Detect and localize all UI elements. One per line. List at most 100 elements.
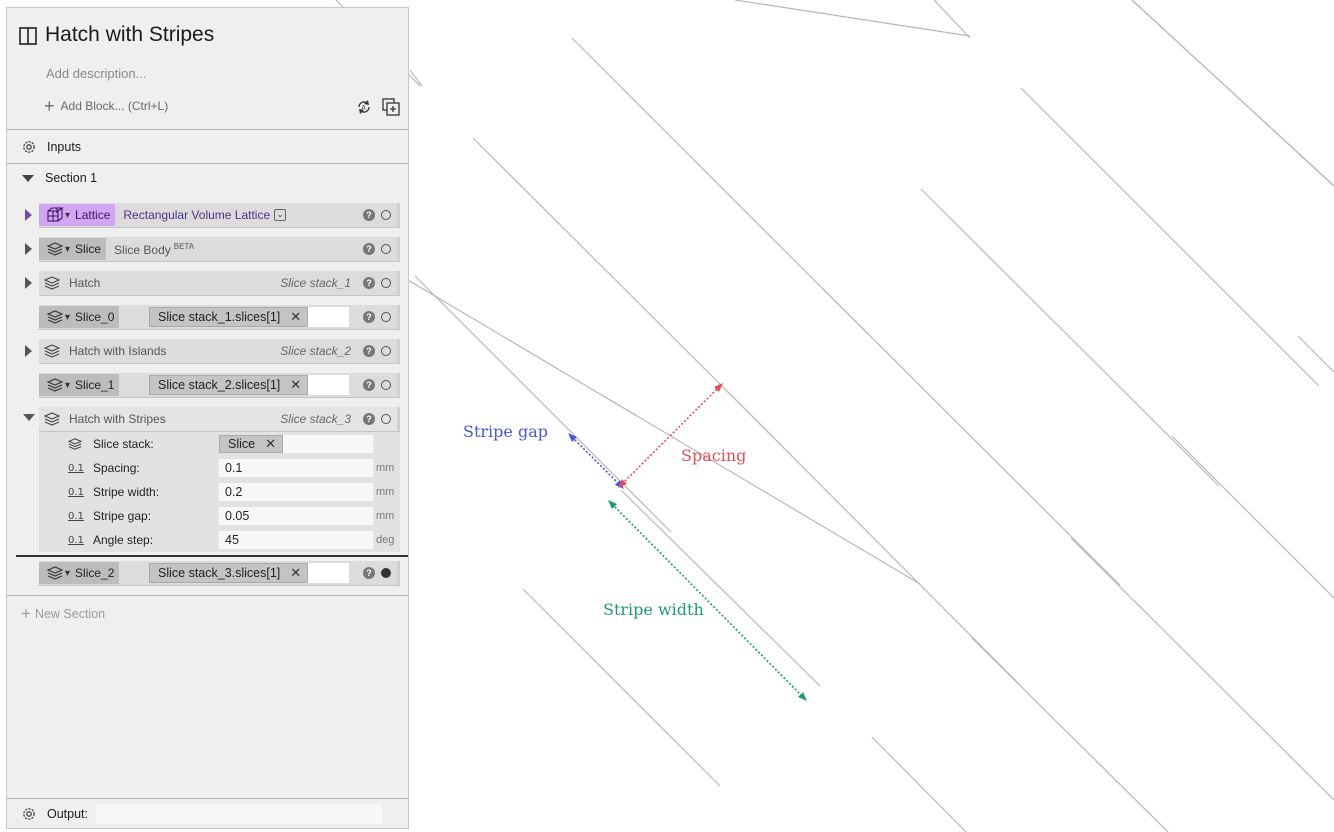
- param-spacing: 0.1 Spacing: 0.1 mm: [39, 456, 400, 480]
- hatch-stripe-line: [1171, 435, 1334, 599]
- close-icon[interactable]: ✕: [265, 436, 276, 452]
- section-label: Section 1: [45, 171, 98, 185]
- new-section-button[interactable]: + New Section: [21, 604, 105, 624]
- section-header[interactable]: Section 1: [7, 165, 408, 191]
- divider: [7, 129, 408, 130]
- help-icon[interactable]: ?: [363, 345, 375, 357]
- help-icon[interactable]: ?: [363, 567, 375, 579]
- help-icon[interactable]: ?: [363, 379, 375, 391]
- chevron-down-icon: ▾: [65, 311, 71, 323]
- spacing-input[interactable]: 0.1: [219, 459, 373, 477]
- help-icon[interactable]: ?: [363, 413, 375, 425]
- chevron-down-icon: ▾: [65, 209, 71, 221]
- program-panel: Hatch with Stripes Add description... + …: [6, 7, 409, 829]
- block-type-tag[interactable]: ▾ Slice: [39, 238, 107, 260]
- help-icon[interactable]: ?: [363, 277, 375, 289]
- dropdown-icon[interactable]: ⌄: [274, 209, 287, 221]
- hatch-stripe-line: [1131, 0, 1334, 187]
- block-lattice[interactable]: ▾ Lattice Rectangular Volume Lattice ⌄ ?: [39, 203, 400, 227]
- block-output-name: Slice stack_3: [280, 412, 351, 426]
- block-slice-0[interactable]: ▾ Slice_0 Slice stack_1.slices[1] ✕ ?: [39, 305, 400, 329]
- block-name: Rectangular Volume Lattice: [123, 208, 271, 222]
- program-title[interactable]: Hatch with Stripes: [45, 23, 214, 47]
- block-type-tag[interactable]: ▾ Slice_2: [39, 562, 120, 584]
- chevron-down-icon: ▾: [65, 379, 71, 391]
- chevron-down-icon: ▾: [65, 243, 71, 255]
- expand-triangle-icon[interactable]: [25, 345, 32, 357]
- param-unit: deg: [376, 534, 395, 546]
- block-type-tag[interactable]: ▾ Slice_0: [39, 306, 120, 328]
- reference-chip[interactable]: Slice stack_3.slices[1] ✕: [149, 563, 309, 583]
- status-circle-icon[interactable]: [381, 244, 391, 254]
- angle-step-input[interactable]: 45: [219, 531, 373, 549]
- reference-chip[interactable]: Slice stack_2.slices[1] ✕: [149, 375, 309, 395]
- chip-label: Slice stack_1.slices[1]: [158, 310, 281, 324]
- hatch-parameters: Slice stack: Slice ✕ 0.1 Spacing: 0.1 mm…: [39, 432, 400, 552]
- status-circle-icon[interactable]: [381, 380, 391, 390]
- number-icon: 0.1: [68, 462, 84, 474]
- add-block-label: Add Block... (Ctrl+L): [60, 99, 169, 113]
- duplicate-icon[interactable]: [382, 98, 400, 116]
- close-icon[interactable]: ✕: [290, 309, 301, 325]
- block-hatch-with-islands[interactable]: Hatch with Islands Slice stack_2 ?: [39, 339, 400, 363]
- block-slice[interactable]: ▾ Slice Slice Body BETA ?: [39, 237, 400, 261]
- block-slice-2[interactable]: ▾ Slice_2 Slice stack_3.slices[1] ✕ ?: [39, 561, 400, 585]
- description-field[interactable]: Add description...: [46, 66, 146, 81]
- help-icon[interactable]: ?: [363, 243, 375, 255]
- expand-triangle-icon[interactable]: [25, 243, 32, 255]
- close-icon[interactable]: ✕: [290, 377, 301, 393]
- status-circle-icon[interactable]: [381, 278, 391, 288]
- block-hatch-with-stripes[interactable]: Hatch with Stripes Slice stack_3 ?: [39, 407, 400, 431]
- param-label: Slice stack:: [93, 437, 154, 451]
- close-icon[interactable]: ✕: [290, 565, 301, 581]
- stripe-width-input[interactable]: 0.2: [219, 483, 373, 501]
- help-icon[interactable]: ?: [363, 209, 375, 221]
- block-hatch[interactable]: Hatch Slice stack_1 ?: [39, 271, 400, 295]
- hatch-stripe-line: [821, 287, 1121, 586]
- input-slot[interactable]: Slice stack_2.slices[1] ✕: [149, 375, 349, 395]
- split-panel-icon[interactable]: [19, 27, 37, 45]
- slice-stack-icon: [43, 412, 61, 426]
- block-slice-1[interactable]: ▾ Slice_1 Slice stack_2.slices[1] ✕ ?: [39, 373, 400, 397]
- slice-stack-icon: [43, 344, 61, 358]
- collapse-triangle-icon[interactable]: [22, 174, 34, 182]
- slice-stack-icon: [46, 378, 64, 392]
- stripe-gap-input[interactable]: 0.05: [219, 507, 373, 525]
- input-slot[interactable]: Slice stack_1.slices[1] ✕: [149, 307, 349, 327]
- divider: [7, 163, 408, 164]
- chip-label: Slice stack_3.slices[1]: [158, 566, 281, 580]
- block-name: Hatch with Stripes: [69, 412, 166, 426]
- reference-chip[interactable]: Slice ✕: [219, 435, 283, 453]
- add-block-button[interactable]: + Add Block... (Ctrl+L): [44, 97, 168, 115]
- expand-triangle-icon[interactable]: [25, 209, 32, 221]
- help-icon[interactable]: ?: [363, 311, 375, 323]
- input-slot[interactable]: Slice stack_3.slices[1] ✕: [149, 563, 349, 583]
- slice-stack-input[interactable]: Slice ✕: [219, 435, 373, 453]
- output-row: Output:: [7, 800, 408, 828]
- output-field[interactable]: [96, 804, 382, 824]
- stripe-gap-annotation: Stripe gap: [463, 422, 548, 441]
- inputs-row[interactable]: Inputs: [7, 131, 408, 163]
- block-type-tag[interactable]: ▾ Lattice: [39, 204, 116, 226]
- expand-triangle-icon[interactable]: [25, 277, 32, 289]
- status-circle-icon[interactable]: [381, 346, 391, 356]
- block-kind: Lattice: [75, 208, 111, 222]
- status-circle-icon[interactable]: [381, 414, 391, 424]
- chevron-down-icon: ▾: [65, 567, 71, 579]
- hatch-stripe-line: [1070, 537, 1334, 801]
- block-name: Slice Body BETA: [114, 242, 194, 257]
- param-stripe-width: 0.1 Stripe width: 0.2 mm: [39, 480, 400, 504]
- hatch-stripe-line: [620, 489, 821, 687]
- block-type-tag[interactable]: ▾ Slice_1: [39, 374, 120, 396]
- divider: [7, 595, 408, 596]
- reference-chip[interactable]: Slice stack_1.slices[1] ✕: [149, 307, 309, 327]
- auto-sync-icon[interactable]: A: [355, 98, 373, 116]
- param-unit: mm: [376, 486, 395, 498]
- status-circle-icon[interactable]: [381, 568, 391, 578]
- status-circle-icon[interactable]: [381, 210, 391, 220]
- block-kind: Slice_2: [75, 566, 115, 580]
- collapse-triangle-icon[interactable]: [23, 414, 35, 421]
- number-icon: 0.1: [68, 486, 84, 498]
- slice-stack-icon: [43, 276, 61, 290]
- status-circle-icon[interactable]: [381, 312, 391, 322]
